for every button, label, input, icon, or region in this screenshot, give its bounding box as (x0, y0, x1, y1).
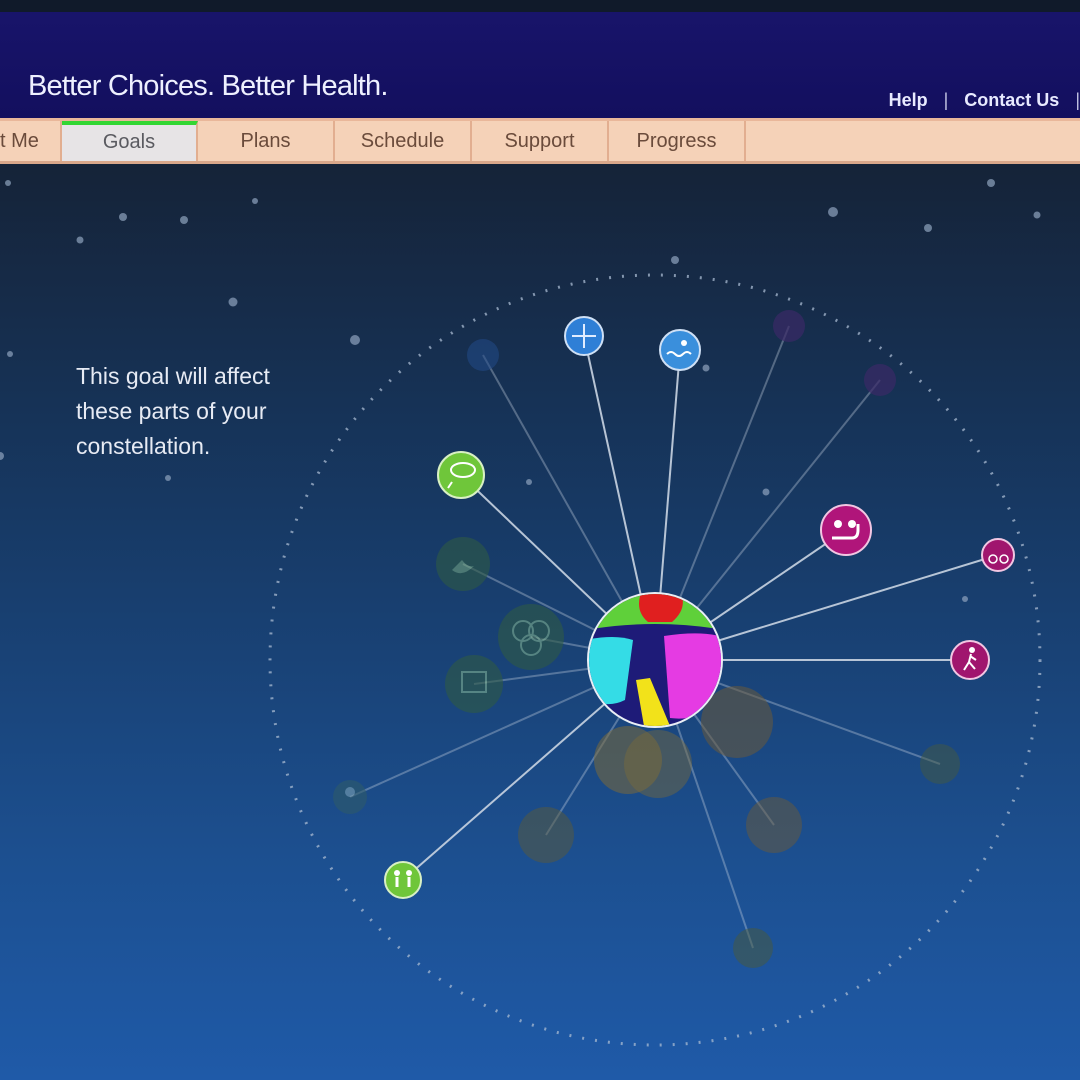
person-icon[interactable] (333, 780, 367, 814)
globe-icon[interactable] (564, 316, 604, 356)
tab-progress[interactable]: Progress (609, 121, 746, 161)
site-header: Better Choices. Better Health. Help | Co… (0, 12, 1080, 118)
swimming-icon[interactable] (659, 329, 701, 371)
walking-icon[interactable] (950, 640, 990, 680)
family-icon[interactable] (384, 861, 422, 899)
link-separator: | (1075, 90, 1080, 110)
tab-support[interactable]: Support (472, 121, 609, 161)
top-strip (0, 0, 1080, 12)
constellation-graph (0, 179, 1042, 1047)
weightlifting-icon[interactable] (820, 504, 872, 556)
faded-node-icon[interactable] (624, 730, 692, 798)
tab-plans[interactable]: Plans (198, 121, 335, 161)
film-icon[interactable] (445, 655, 503, 713)
faded-node-icon[interactable] (467, 339, 499, 371)
help-link[interactable]: Help (889, 90, 928, 111)
faded-node-icon[interactable] (864, 364, 896, 396)
contact-us-link[interactable]: Contact Us (964, 90, 1059, 111)
tab-goals[interactable]: Goals (62, 121, 198, 161)
sleep-icon[interactable] (436, 537, 490, 591)
faded-node-icon[interactable] (518, 807, 574, 863)
site-tagline: Better Choices. Better Health. (28, 70, 388, 102)
tab-schedule[interactable]: Schedule (335, 121, 472, 161)
faded-node-icon[interactable] (733, 928, 773, 968)
faded-node-icon[interactable] (746, 797, 802, 853)
main-tab-bar: t Me Goals Plans Schedule Support Progre… (0, 118, 1080, 164)
link-separator: | (943, 90, 949, 110)
faded-node-icon[interactable] (920, 744, 960, 784)
faded-node-icon[interactable] (773, 310, 805, 342)
constellation-scene: This goal will affect these parts of you… (0, 164, 1080, 1080)
header-links: Help | Contact Us | (889, 90, 1080, 111)
rings-icon[interactable] (498, 604, 564, 670)
cycling-icon[interactable] (981, 538, 1015, 572)
tab-about-me[interactable]: t Me (0, 121, 62, 161)
food-icon[interactable] (437, 451, 485, 499)
